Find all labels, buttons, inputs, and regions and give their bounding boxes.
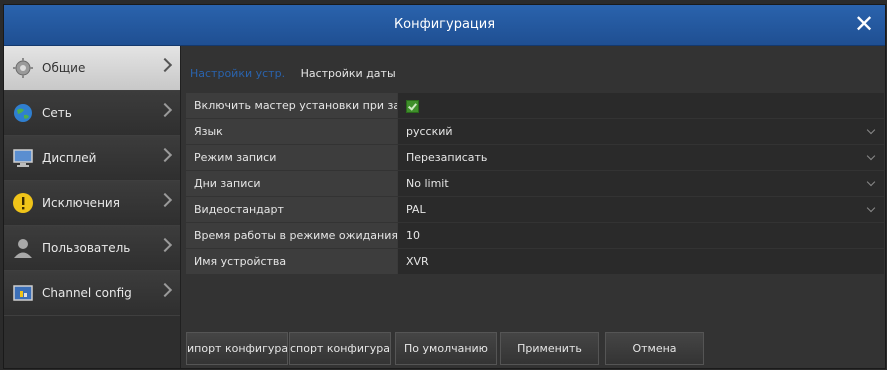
title-bar: Конфигурация ✕ [4, 5, 885, 46]
form-row-record-mode: Режим записи Перезаписать [186, 145, 884, 170]
chevron-right-icon [157, 102, 173, 118]
setup-wizard-checkbox[interactable] [406, 100, 419, 113]
sidebar-item-display[interactable]: Дисплей [4, 136, 180, 181]
language-value: русский [406, 125, 453, 138]
default-button[interactable]: По умолчанию [395, 332, 497, 365]
tab-date-settings[interactable]: Настройки даты [297, 63, 400, 85]
monitor-icon [12, 147, 34, 169]
close-icon[interactable]: ✕ [849, 9, 879, 39]
import-config-button[interactable]: ипорт конфигурац [186, 332, 288, 365]
chevron-right-icon [157, 237, 173, 253]
language-select[interactable]: русский [398, 119, 884, 144]
globe-icon [12, 102, 34, 124]
record-mode-value: Перезаписать [406, 151, 488, 164]
cancel-button[interactable]: Отмена [605, 332, 704, 365]
device-name-value: XVR [406, 255, 429, 268]
chevron-down-icon [866, 177, 876, 187]
chevron-right-icon [157, 147, 173, 163]
chevron-right-icon [157, 57, 173, 73]
sidebar-item-channel-config[interactable]: Channel config [4, 271, 180, 316]
form-row-language: Язык русский [186, 119, 884, 144]
device-name-label: Имя устройства [186, 249, 397, 274]
sidebar-item-network[interactable]: Сеть [4, 91, 180, 136]
form-row-standby-time: Время работы в режиме ожидания (м 10 [186, 223, 884, 248]
config-window: Конфигурация ✕ Общие Сеть Дисплей Исключ… [3, 4, 886, 369]
tab-device-settings[interactable]: Настройки устр. [186, 63, 289, 85]
form-row-device-name: Имя устройства XVR [186, 249, 884, 274]
video-standard-value: PAL [406, 203, 426, 216]
sidebar-item-exceptions[interactable]: Исключения [4, 181, 180, 226]
settings-tabs: Настройки устр. Настройки даты [186, 63, 404, 85]
record-mode-select[interactable]: Перезаписать [398, 145, 884, 170]
record-days-label: Дни записи [186, 171, 397, 196]
video-standard-select[interactable]: PAL [398, 197, 884, 222]
settings-form: Включить мастер установки при запу Язык … [186, 93, 884, 275]
setup-wizard-cell [398, 93, 884, 118]
form-row-video-standard: Видеостандарт PAL [186, 197, 884, 222]
record-days-value: No limit [406, 177, 449, 190]
form-row-setup-wizard: Включить мастер установки при запу [186, 93, 884, 118]
language-label: Язык [186, 119, 397, 144]
window-title: Конфигурация [393, 17, 496, 32]
gear-icon [12, 57, 34, 79]
standby-time-input[interactable]: 10 [398, 223, 884, 248]
record-mode-label: Режим записи [186, 145, 397, 170]
apply-button[interactable]: Применить [500, 332, 599, 365]
channel-config-icon [12, 282, 34, 304]
chevron-down-icon [866, 125, 876, 135]
sidebar-item-label: Channel config [42, 286, 132, 300]
record-days-select[interactable]: No limit [398, 171, 884, 196]
sidebar-item-label: Исключения [42, 196, 120, 210]
standby-time-value: 10 [406, 229, 420, 242]
chevron-down-icon [866, 151, 876, 161]
chevron-right-icon [157, 192, 173, 208]
device-name-input[interactable]: XVR [398, 249, 884, 274]
chevron-down-icon [866, 203, 876, 213]
video-standard-label: Видеостандарт [186, 197, 397, 222]
sidebar-item-label: Пользователь [42, 241, 131, 255]
export-config-button[interactable]: спорт конфигурац [289, 332, 391, 365]
form-row-record-days: Дни записи No limit [186, 171, 884, 196]
sidebar-item-user[interactable]: Пользователь [4, 226, 180, 271]
sidebar-item-label: Дисплей [42, 151, 97, 165]
chevron-right-icon [157, 282, 173, 298]
sidebar: Общие Сеть Дисплей Исключения Пользовате… [4, 46, 181, 368]
standby-time-label: Время работы в режиме ожидания (м [186, 223, 397, 248]
sidebar-item-label: Общие [42, 61, 86, 75]
sidebar-item-general[interactable]: Общие [4, 46, 180, 91]
user-icon [12, 237, 34, 259]
setup-wizard-label: Включить мастер установки при запу [186, 93, 397, 118]
warning-icon [12, 192, 34, 214]
sidebar-item-label: Сеть [42, 106, 72, 120]
